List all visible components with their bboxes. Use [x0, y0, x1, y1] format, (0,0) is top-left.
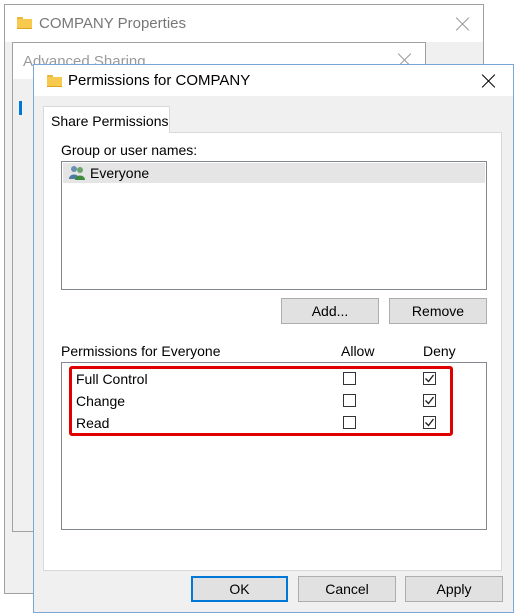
permission-name: Read: [76, 415, 110, 431]
group-user-list[interactable]: Everyone: [61, 161, 487, 290]
company-properties-title: COMPANY Properties: [39, 15, 186, 32]
allow-header: Allow: [341, 343, 375, 359]
add-button[interactable]: Add...: [281, 298, 379, 324]
allow-checkbox[interactable]: [343, 416, 356, 429]
allow-checkbox[interactable]: [343, 372, 356, 385]
apply-button[interactable]: Apply: [405, 576, 503, 602]
folder-icon: [17, 17, 32, 29]
advanced-sharing-edge: [19, 101, 22, 115]
group-label: Group or user names:: [61, 142, 198, 158]
list-item[interactable]: Everyone: [63, 163, 485, 183]
close-icon[interactable]: [479, 71, 499, 91]
permission-row: Full Control: [62, 368, 486, 390]
permissions-dialog: Permissions for COMPANY Share Permission…: [33, 64, 514, 613]
dialog-title: Permissions for COMPANY: [68, 72, 251, 89]
deny-checkbox[interactable]: [423, 416, 436, 429]
folder-icon: [47, 75, 62, 87]
permissions-list: Full Control Change Read: [61, 362, 487, 530]
remove-button[interactable]: Remove: [389, 298, 487, 324]
permission-name: Change: [76, 393, 126, 409]
tab-share-permissions[interactable]: Share Permissions: [43, 106, 170, 133]
permissions-titlebar: Permissions for COMPANY: [34, 65, 513, 96]
deny-checkbox[interactable]: [423, 372, 436, 385]
permission-row: Read: [62, 412, 486, 434]
permission-row: Change: [62, 390, 486, 412]
allow-checkbox[interactable]: [343, 394, 356, 407]
cancel-button[interactable]: Cancel: [298, 576, 396, 602]
company-properties-titlebar: COMPANY Properties: [5, 5, 483, 42]
deny-header: Deny: [423, 343, 456, 359]
close-icon[interactable]: [453, 14, 473, 34]
permissions-header: Permissions for Everyone: [61, 343, 221, 359]
users-icon: [69, 166, 85, 180]
deny-checkbox[interactable]: [423, 394, 436, 407]
tab-panel: Group or user names: Everyone Add... Rem…: [43, 132, 502, 571]
permission-name: Full Control: [76, 371, 148, 387]
ok-button[interactable]: OK: [191, 576, 288, 602]
tab-label: Share Permissions: [51, 113, 169, 129]
user-name: Everyone: [90, 165, 150, 181]
